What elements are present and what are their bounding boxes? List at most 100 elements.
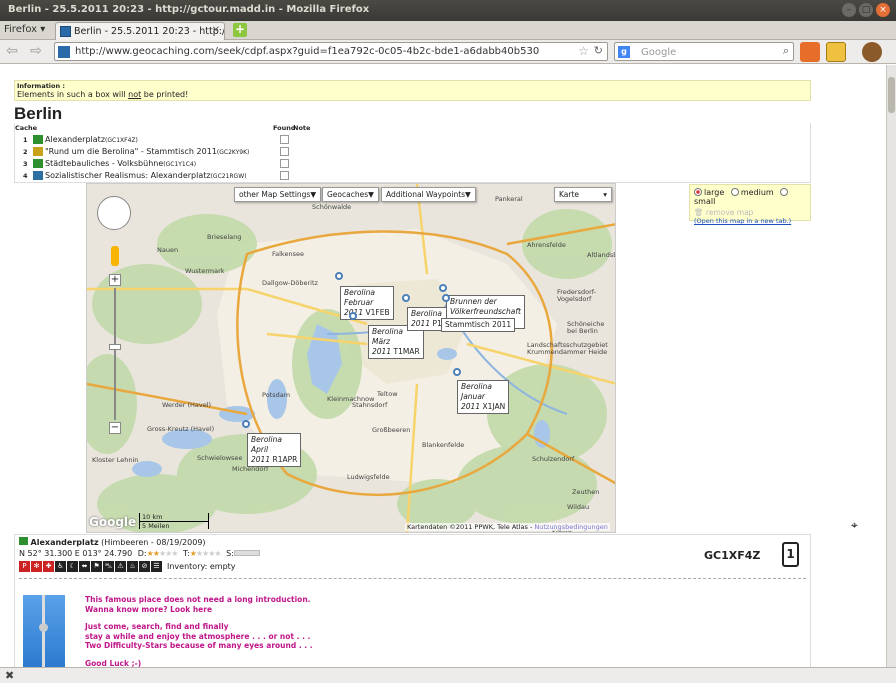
traditional-cache-icon — [19, 537, 28, 545]
close-window-button[interactable]: × — [876, 3, 890, 17]
reload-icon[interactable]: ↻ — [594, 44, 603, 57]
tab-title: Berlin - 25.5.2011 20:23 - http:/... — [74, 26, 225, 37]
found-checkbox[interactable] — [280, 135, 289, 144]
map-place-label: Teltow — [377, 390, 398, 398]
status-bar: ✖ — [0, 667, 896, 683]
attribute-icon: ⛍ — [103, 561, 114, 572]
close-tab-icon[interactable]: ✕ — [212, 25, 220, 36]
waypoint-label[interactable]: Berolina Januar 2011 X1JAN — [457, 380, 510, 414]
map-place-label: Landschaftsschutzgebiet Krummendammer He… — [527, 341, 608, 356]
map-size-options: large medium small 🗑 remove map (Open th… — [689, 184, 811, 225]
page-content: Information : Elements in such a box wil… — [0, 65, 886, 667]
waypoint-marker[interactable] — [453, 368, 461, 376]
found-checkbox[interactable] — [280, 147, 289, 156]
zoom-slider-track[interactable] — [114, 288, 116, 420]
minimize-button[interactable]: – — [842, 3, 856, 17]
pan-control[interactable] — [97, 196, 131, 230]
map-place-label: Nauen — [157, 246, 179, 254]
cache-coords-rating: N 52° 31.300 E 013° 24.790 D:★★★★★ T:★★★… — [19, 549, 260, 558]
waypoint-marker[interactable] — [439, 284, 447, 292]
browser-tab[interactable]: Berlin - 25.5.2011 20:23 - http:/... ✕ — [55, 22, 225, 40]
attribute-icon: ⚑ — [91, 561, 102, 572]
inventory: Inventory: empty — [167, 562, 236, 571]
vertical-scrollbar[interactable] — [886, 65, 896, 667]
cache-row: 4 Sozialistischer Realismus: Alexanderpla… — [15, 170, 812, 182]
scale-bar: 10 km 5 Meilen — [139, 513, 209, 530]
map-copyright: Kartendaten ©2011 PPWK, Tele Atlas - Nut… — [405, 523, 610, 531]
waypoint-marker[interactable] — [242, 420, 250, 428]
map[interactable]: + − other Map Settings▼ Geocaches▼ Addit… — [86, 183, 616, 533]
attribute-icon: ✚ — [43, 561, 54, 572]
map-place-label: Pankeral — [495, 195, 523, 203]
zoom-in-button[interactable]: + — [109, 274, 121, 286]
tab-bar: Firefox ▾ Berlin - 25.5.2011 20:23 - htt… — [0, 21, 896, 40]
map-place-label: Brieselang — [207, 233, 242, 241]
row-number: 1 — [23, 136, 28, 144]
search-icon[interactable]: ⌕ — [783, 44, 789, 58]
radio-large[interactable] — [694, 188, 702, 196]
bookmarks-icon[interactable] — [826, 42, 846, 62]
remove-map-link[interactable]: 🗑 remove map — [694, 208, 806, 217]
cache-type-icon — [33, 135, 43, 144]
map-type-select[interactable]: Karte ▾ — [554, 187, 612, 202]
row-number: 4 — [23, 172, 28, 180]
cache-table: Cache Found Note 1 Alexanderplatz(GC1XF4Z… — [14, 123, 811, 183]
cache-name: Sozialistischer Realismus: Alexanderplat… — [45, 171, 247, 180]
waypoint-marker[interactable] — [349, 312, 357, 320]
info-heading: Information : — [17, 82, 65, 90]
map-place-label: Fredersdorf-Vogelsdorf — [557, 288, 597, 303]
url-bar[interactable]: http://www.geocaching.com/seek/cdpf.aspx… — [54, 42, 608, 61]
bookmark-star-icon[interactable]: ☆ — [578, 44, 589, 58]
firefox-menu-button[interactable]: Firefox ▾ — [4, 24, 45, 35]
open-map-new-tab-link[interactable]: (Open this map in a new tab.) — [694, 217, 806, 225]
map-place-label: Ahrensfelde — [527, 241, 566, 249]
geocaches-button[interactable]: Geocaches▼ — [322, 187, 379, 202]
radio-medium[interactable] — [730, 188, 739, 196]
site-icon — [58, 46, 70, 58]
favicon-icon — [60, 26, 71, 37]
close-findbar-icon[interactable]: ✖ — [5, 669, 14, 682]
cache-number: 1 — [782, 542, 799, 567]
col-cache: Cache — [15, 124, 38, 132]
waypoint-label[interactable]: Berolina April 2011 R1APR — [247, 433, 302, 467]
map-place-label: Michendorf — [232, 465, 269, 473]
map-place-label: Kloster Lehnin — [92, 456, 139, 464]
description-paragraph: Good Luck ;-) — [85, 658, 142, 668]
map-place-label: Werder (Havel) — [162, 401, 212, 409]
map-place-label: Schöneiche bei Berlin — [567, 320, 605, 335]
found-checkbox[interactable] — [280, 171, 289, 180]
maximize-button[interactable]: □ — [859, 3, 873, 17]
cache-type-icon — [33, 147, 43, 156]
attribute-icon: ♨ — [127, 561, 138, 572]
addon-monkey-icon[interactable] — [862, 42, 882, 62]
found-checkbox[interactable] — [280, 159, 289, 168]
map-settings-button[interactable]: other Map Settings▼ — [234, 187, 322, 202]
map-place-label: Stahnsdorf — [352, 401, 388, 409]
search-box[interactable]: g Google ⌕ — [614, 42, 794, 61]
waypoint-marker[interactable] — [335, 272, 343, 280]
zoom-out-button[interactable]: − — [109, 422, 121, 434]
window-titlebar: Berlin - 25.5.2011 20:23 - http://gctour… — [0, 0, 896, 21]
map-place-label: Altlandsberg — [587, 251, 615, 259]
waypoint-marker[interactable] — [402, 294, 410, 302]
gc-code: GC1XF4Z — [704, 549, 761, 562]
waypoint-marker[interactable] — [442, 294, 450, 302]
waypoint-label[interactable]: Stammtisch 2011 — [441, 318, 516, 332]
additional-waypoints-button[interactable]: Additional Waypoints▼ — [381, 187, 476, 202]
back-button[interactable]: ⇦ — [4, 44, 20, 60]
zoom-slider-handle[interactable] — [109, 344, 121, 350]
forward-button[interactable]: ⇨ — [28, 44, 44, 60]
cache-type-icon — [33, 159, 43, 168]
map-place-label: Ludwigsfelde — [347, 473, 390, 481]
new-tab-button[interactable]: + — [233, 23, 247, 37]
attribute-icon: ⬌ — [79, 561, 90, 572]
google-search-icon[interactable]: g — [618, 46, 630, 58]
radio-small[interactable] — [780, 188, 789, 196]
home-icon[interactable] — [800, 42, 820, 62]
attribute-icon: ☾ — [67, 561, 78, 572]
scrollbar-thumb[interactable] — [888, 77, 895, 113]
google-logo: Google — [89, 515, 137, 529]
zoom-controls: + − — [97, 196, 137, 446]
pegman-icon[interactable] — [111, 246, 119, 266]
attribute-icon: ⊘ — [139, 561, 150, 572]
